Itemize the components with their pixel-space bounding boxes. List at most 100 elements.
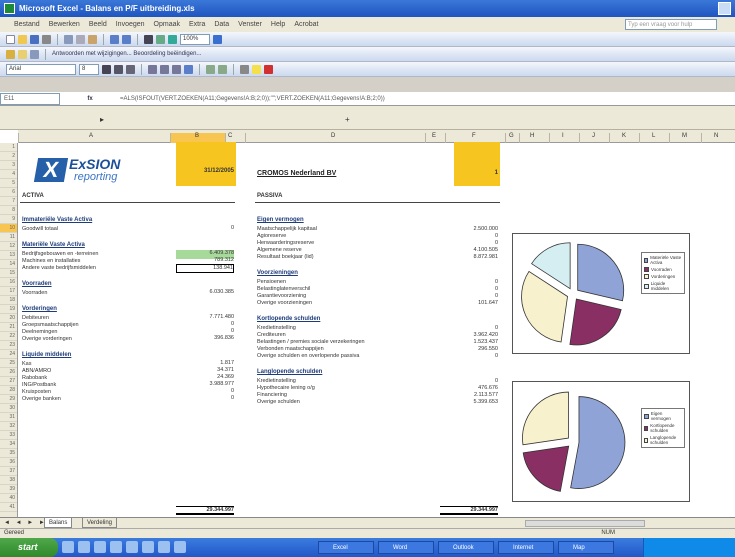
undo-icon[interactable] — [110, 34, 119, 44]
activa-chart[interactable]: Materiële Vaste Activa Voorraden Vordering… — [512, 233, 690, 354]
tab-verdeling[interactable]: Verdeling — [82, 518, 118, 528]
row-header[interactable]: 40 — [0, 494, 17, 503]
row-header[interactable]: 15 — [0, 269, 17, 278]
tab-nav-arrows[interactable]: ◄ ◄ ► ► — [4, 520, 47, 526]
menu-item-acrobat[interactable]: Acrobat — [294, 21, 318, 28]
print-icon[interactable] — [42, 34, 51, 44]
row-header[interactable]: 16 — [0, 278, 17, 287]
col-header-i[interactable]: I — [549, 133, 579, 143]
quicklaunch-icon[interactable] — [142, 541, 154, 553]
col-header-n[interactable]: N — [701, 133, 735, 143]
passiva-row-label[interactable]: Kredietinstelling — [257, 325, 296, 331]
passiva-row-value[interactable]: 0 — [440, 279, 498, 285]
borders-icon[interactable] — [240, 64, 249, 74]
quicklaunch-icon[interactable] — [110, 541, 122, 553]
passiva-row-label[interactable]: Belastinglatenverschil — [257, 286, 310, 292]
quicklaunch-icon[interactable] — [78, 541, 90, 553]
col-header-l[interactable]: L — [639, 133, 669, 143]
task-button[interactable]: Excel — [318, 541, 374, 554]
col-header-d[interactable]: D — [245, 133, 425, 143]
passiva-row-value[interactable]: 0 — [440, 286, 498, 292]
row-header[interactable]: 30 — [0, 404, 17, 413]
underline-icon[interactable] — [126, 64, 135, 74]
activa-row-value[interactable]: 396.836 — [176, 335, 234, 344]
window-controls[interactable] — [718, 2, 731, 15]
passiva-row-label[interactable]: Garantievoorziening — [257, 293, 306, 299]
passiva-row-label[interactable]: Overige voorzieningen — [257, 300, 312, 306]
comment-icon[interactable] — [18, 49, 27, 59]
passiva-row-value[interactable]: 0 — [440, 293, 498, 299]
name-box[interactable]: E11 — [0, 92, 60, 105]
row-header[interactable]: 26 — [0, 368, 17, 377]
passiva-row-value[interactable]: 0 — [440, 378, 498, 384]
row-header[interactable]: 25 — [0, 359, 17, 368]
row-header[interactable]: 34 — [0, 440, 17, 449]
review-icon[interactable] — [6, 49, 15, 59]
row-header[interactable]: 29 — [0, 395, 17, 404]
menu-item-bewerken[interactable]: Bewerken — [49, 21, 80, 28]
passiva-row-label[interactable]: Overige schulden — [257, 399, 300, 405]
row-header[interactable]: 6 — [0, 188, 17, 197]
pie-slice[interactable] — [569, 298, 622, 346]
task-button[interactable]: Internet — [498, 541, 554, 554]
row-header[interactable]: 41 — [0, 503, 17, 512]
row-header[interactable]: 21 — [0, 323, 17, 332]
activa-row-label[interactable]: Overige banken — [22, 396, 61, 402]
passiva-row-label[interactable]: Hypothecaire lening o/g — [257, 385, 315, 391]
row-header[interactable]: 1 — [0, 143, 17, 152]
quicklaunch-icon[interactable] — [62, 541, 74, 553]
row-header[interactable]: 38 — [0, 476, 17, 485]
passiva-row-label[interactable]: Kredietinstelling — [257, 378, 296, 384]
activa-total[interactable]: 29.344.997 — [176, 506, 234, 515]
passiva-row-label[interactable]: Herwaarderingsreserve — [257, 240, 314, 246]
start-button[interactable]: start — [0, 538, 58, 557]
outline-marker-icon[interactable]: ▸ — [100, 115, 104, 124]
pie-slice[interactable] — [570, 396, 626, 489]
menu-item-help[interactable]: Help — [271, 21, 285, 28]
autosum-icon[interactable] — [144, 34, 153, 44]
col-header-j[interactable]: J — [579, 133, 609, 143]
paste-icon[interactable] — [88, 34, 97, 44]
passiva-row-value[interactable]: 8.872.981 — [440, 254, 498, 260]
passiva-row-value[interactable]: 0 — [440, 240, 498, 246]
horizontal-scrollbar[interactable] — [525, 520, 645, 527]
passiva-row-label[interactable]: Pensioenen — [257, 279, 286, 285]
date-cell-bg[interactable] — [176, 142, 236, 186]
font-select[interactable]: Arial — [6, 63, 76, 75]
passiva-row-value[interactable]: 0 — [440, 353, 498, 359]
pie-slice[interactable] — [522, 445, 570, 492]
passiva-row-value[interactable]: 2.500.000 — [440, 226, 498, 232]
row-header[interactable]: 28 — [0, 386, 17, 395]
passiva-row-value[interactable]: 296.550 — [440, 346, 498, 352]
menu-item-venster[interactable]: Venster — [238, 21, 262, 28]
company-index[interactable]: 1 — [454, 170, 500, 180]
report-date[interactable]: 31/12/2005 — [176, 168, 236, 178]
activa-row-label[interactable]: ABN/AMRO — [22, 368, 51, 374]
row-header[interactable]: 2 — [0, 152, 17, 161]
menu-item-data[interactable]: Data — [214, 21, 229, 28]
row-header[interactable]: 27 — [0, 377, 17, 386]
row-header[interactable]: 35 — [0, 449, 17, 458]
activa-row-label[interactable]: ING/Postbank — [22, 382, 56, 388]
cut-icon[interactable] — [64, 34, 73, 44]
activa-row-label[interactable]: Voorraden — [22, 290, 47, 296]
task-button[interactable]: Map — [558, 541, 614, 554]
row-header[interactable]: 5 — [0, 179, 17, 188]
row-header[interactable]: 8 — [0, 206, 17, 215]
task-button[interactable]: Word — [378, 541, 434, 554]
passiva-row-label[interactable]: Belastingen / premies sociale verzekerin… — [257, 339, 365, 345]
passiva-row-label[interactable]: Verbonden maatschappijen — [257, 346, 324, 352]
activa-row-label[interactable]: Groepsmaatschappijen — [22, 322, 79, 328]
activa-row-value[interactable]: 6.030.385 — [176, 289, 234, 298]
activa-row-label[interactable]: Kruisposten — [22, 389, 51, 395]
row-header[interactable]: 36 — [0, 458, 17, 467]
row-header[interactable]: 11 — [0, 233, 17, 242]
row-header[interactable]: 7 — [0, 197, 17, 206]
copy-icon[interactable] — [76, 34, 85, 44]
passiva-row-label[interactable]: Algemene reserve — [257, 247, 302, 253]
activa-row-label[interactable]: Deelnemingen — [22, 329, 57, 335]
col-header-h[interactable]: H — [519, 133, 549, 143]
row-header[interactable]: 31 — [0, 413, 17, 422]
passiva-row-value[interactable]: 1.523.437 — [440, 339, 498, 345]
passiva-row-value[interactable]: 0 — [440, 233, 498, 239]
